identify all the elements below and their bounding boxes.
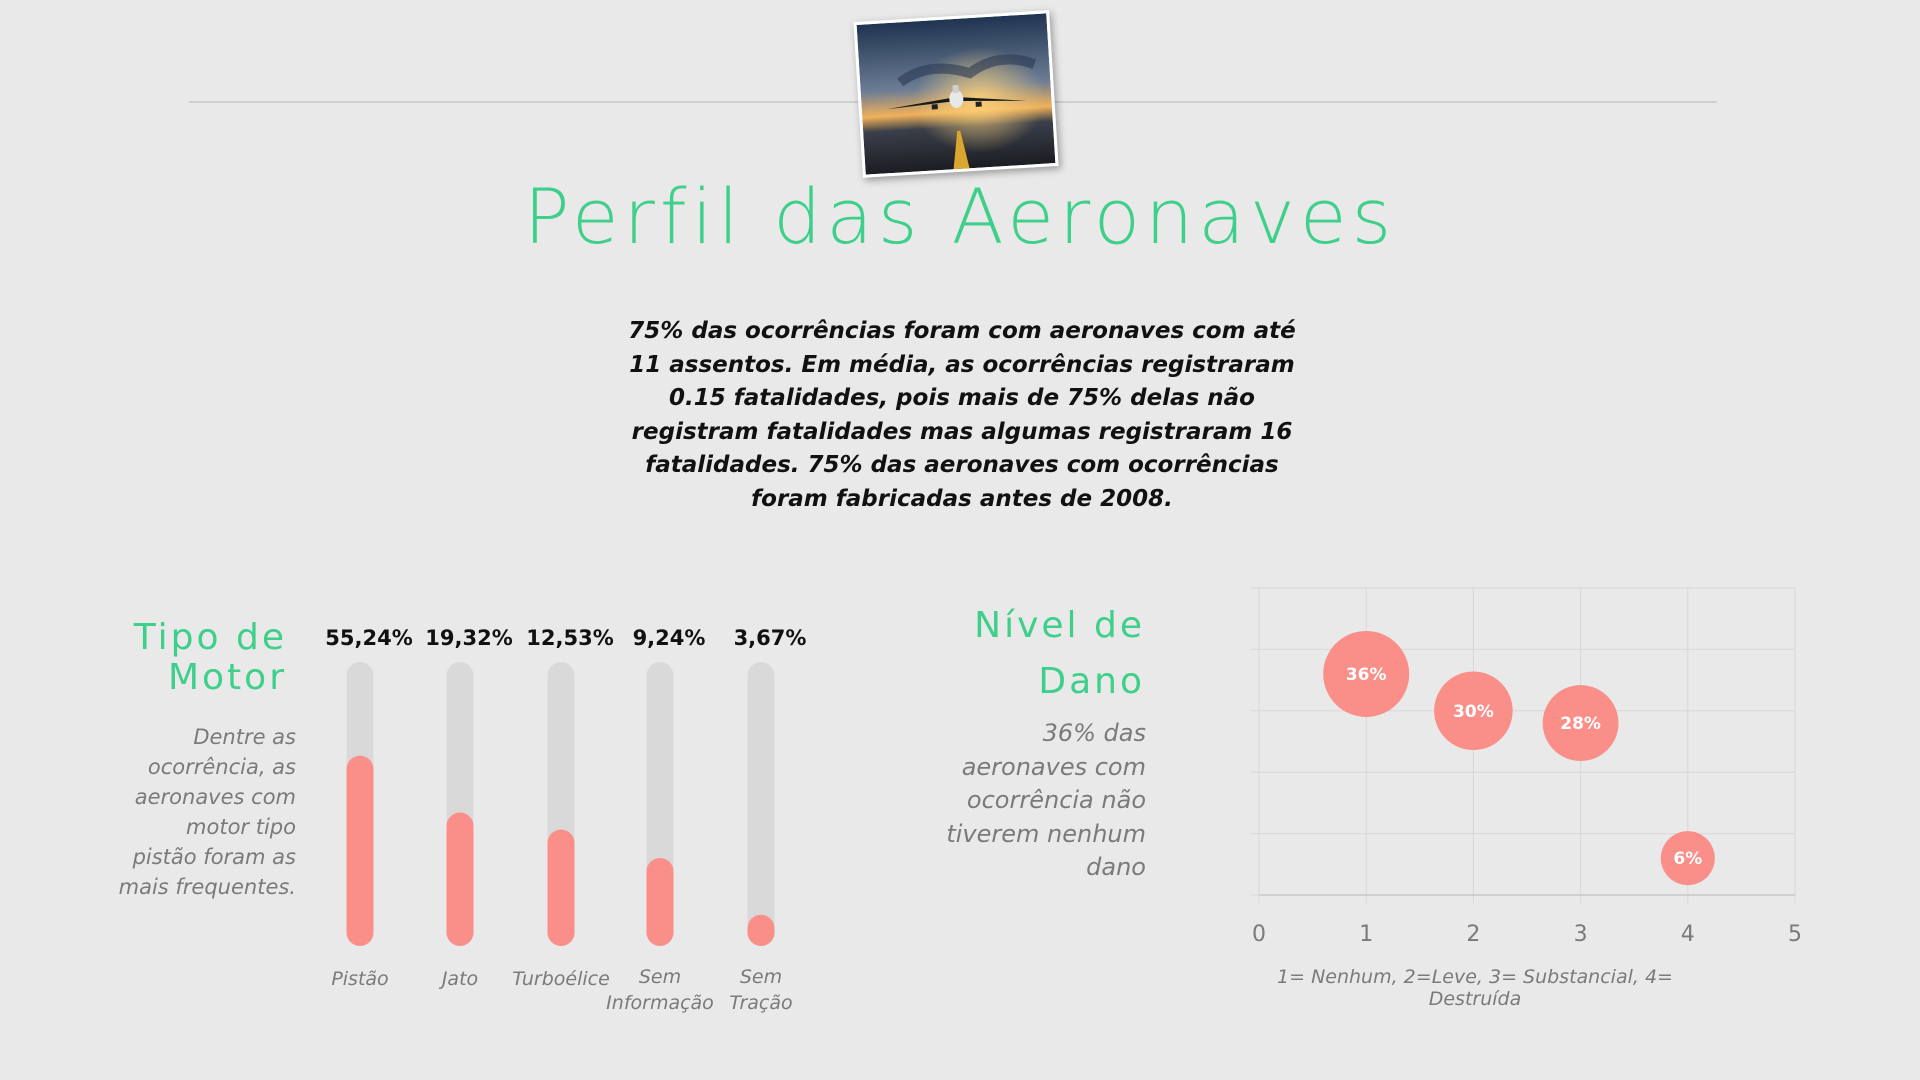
bubble-label: 6% — [1673, 849, 1702, 869]
bubble-label: 28% — [1560, 714, 1601, 734]
bubble-label: 36% — [1346, 665, 1387, 685]
x-tick-label: 2 — [1466, 922, 1480, 947]
damage-level-bubble-chart: 0 1 2 3 4 5 36% 30% 28% 6% — [1251, 587, 1802, 947]
x-tick-label: 0 — [1252, 922, 1266, 947]
x-tick-label: 4 — [1681, 922, 1695, 947]
x-tick-label: 1 — [1359, 922, 1373, 947]
x-tick-label: 5 — [1788, 922, 1802, 947]
damage-axis-caption: 1= Nenhum, 2=Leve, 3= Substancial, 4= De… — [1277, 966, 1673, 1010]
x-tick-label: 3 — [1574, 922, 1588, 947]
bubble-label: 30% — [1453, 702, 1494, 722]
